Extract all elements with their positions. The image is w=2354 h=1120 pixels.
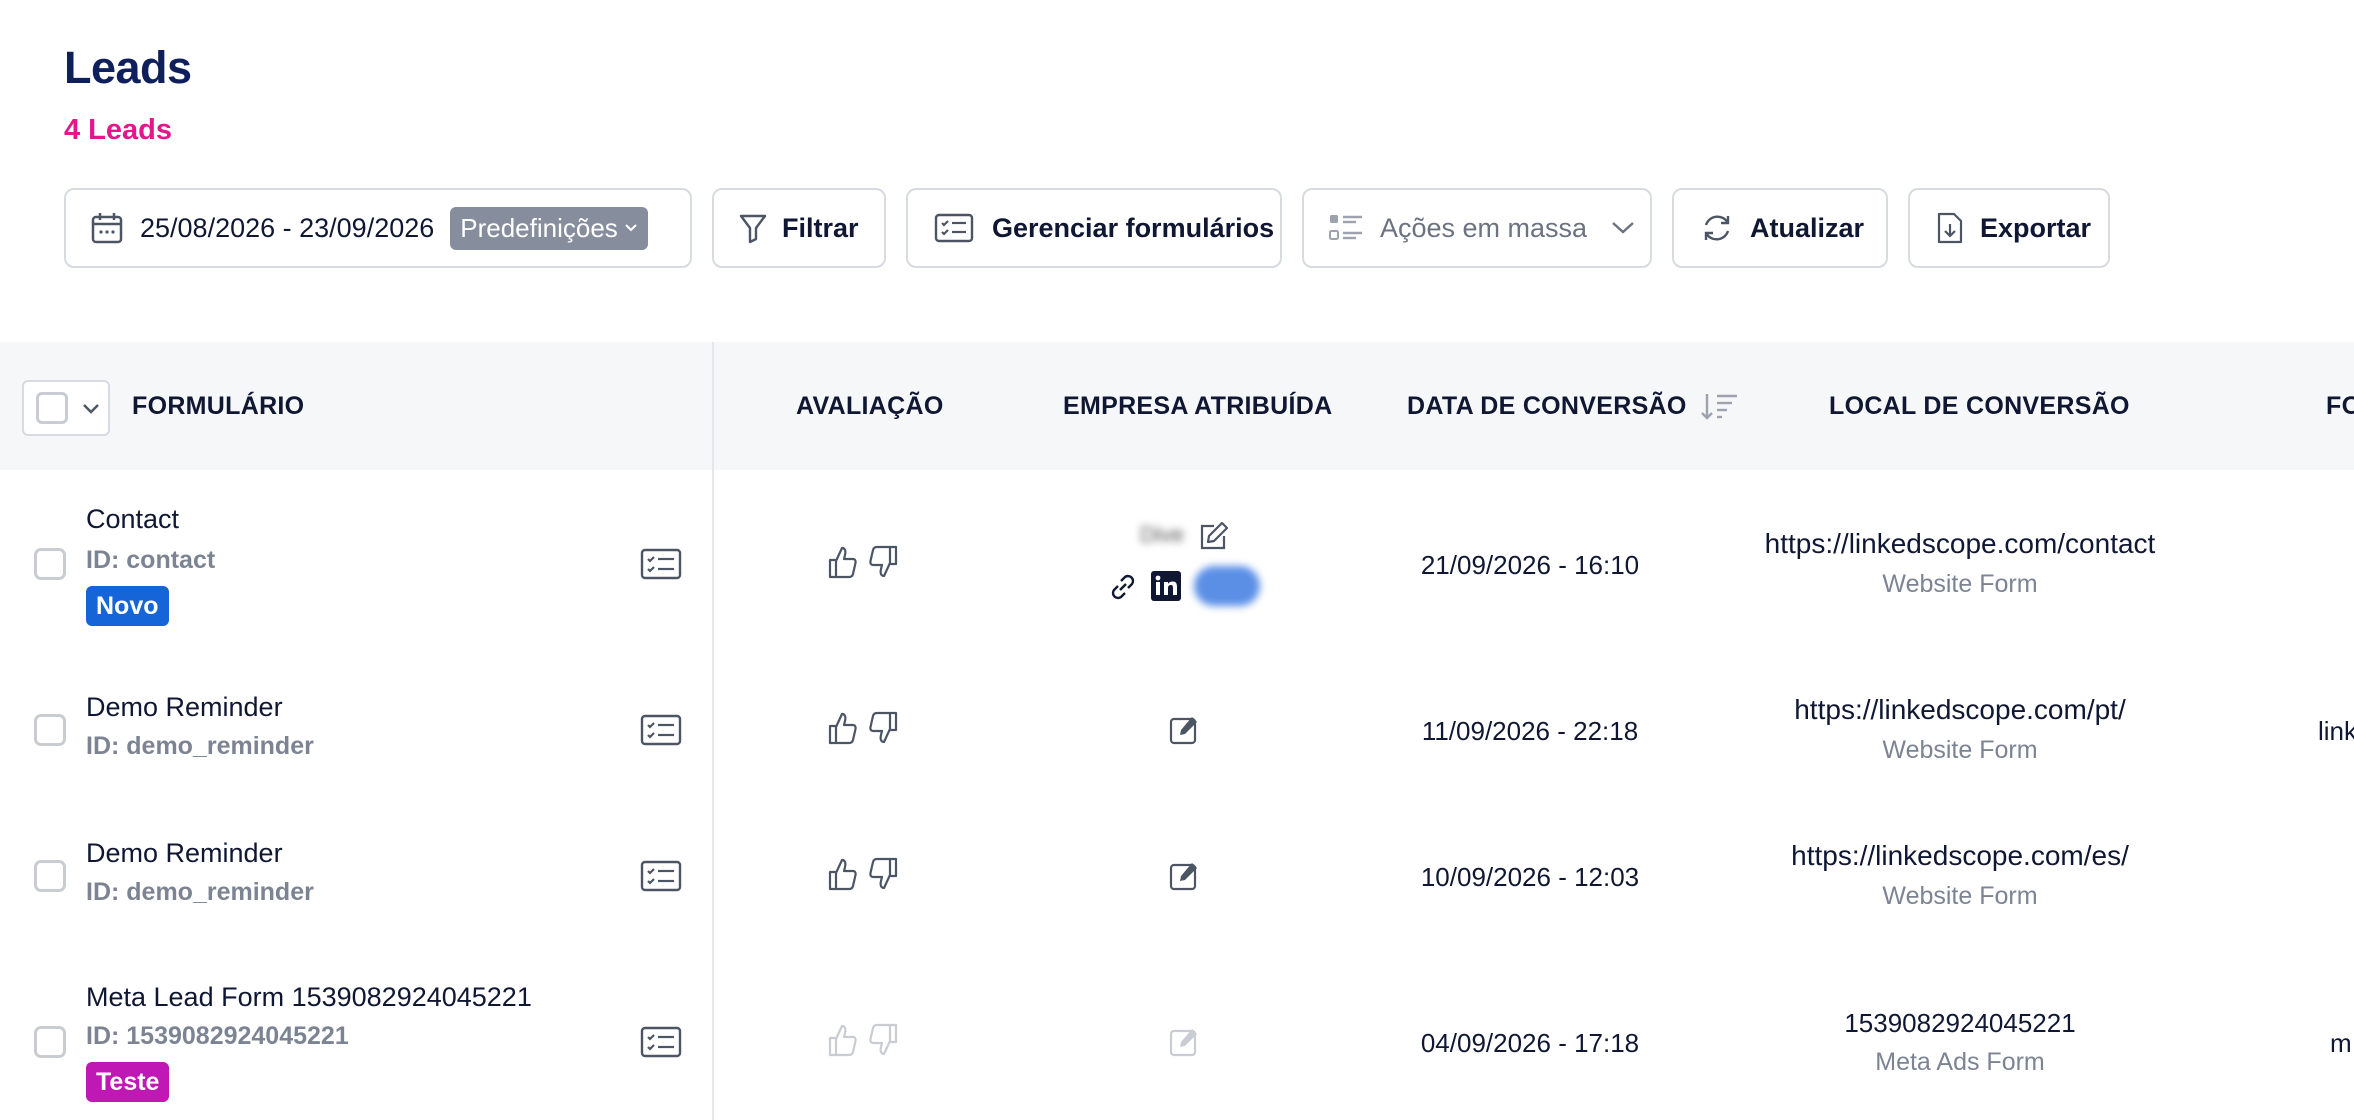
edit-icon[interactable] [1168,714,1200,746]
company-name: Dive [1140,522,1185,547]
thumbs-down-icon[interactable] [868,544,900,580]
linkedin-icon[interactable] [1150,570,1182,602]
page-title: Leads [64,42,192,93]
table-row[interactable]: Demo Reminder ID: demo_reminder 11/09/20… [0,658,2354,806]
filter-icon [738,212,768,244]
column-header-conversion-location[interactable]: LOCAL DE CONVERSÃO [1829,342,2130,470]
select-all-checkbox[interactable] [36,392,68,424]
form-name: Demo Reminder [86,838,283,868]
link-icon[interactable] [1106,570,1140,604]
filter-button[interactable]: Filtrar [712,188,886,268]
export-button[interactable]: Exportar [1908,188,2110,268]
conversion-url[interactable]: https://linkedscope.com/es/ [1660,840,2260,872]
next-column-value: m [2330,1028,2352,1058]
conversion-url[interactable]: https://linkedscope.com/contact [1660,528,2260,560]
form-details-icon[interactable] [640,548,682,580]
frozen-column-divider [712,342,714,1120]
column-header-company[interactable]: EMPRESA ATRIBUÍDA [1063,342,1332,470]
refresh-button[interactable]: Atualizar [1672,188,1888,268]
thumbs-down-icon[interactable] [868,856,900,892]
row-checkbox[interactable] [34,860,66,892]
thumbs-up-icon[interactable] [826,544,858,580]
conversion-date: 04/09/2026 - 17:18 [1420,1028,1640,1058]
form-details-icon[interactable] [640,1026,682,1058]
export-label: Exportar [1980,212,2092,243]
form-id: ID: demo_reminder [86,732,314,760]
status-badge: Novo [86,586,169,626]
column-header-conversion-date[interactable]: DATA DE CONVERSÃO [1407,342,1739,470]
calendar-icon [90,211,124,245]
presets-label: Predefinições [460,212,618,243]
conversion-date: 11/09/2026 - 22:18 [1421,716,1639,746]
conversion-date: 10/09/2026 - 12:03 [1420,862,1640,892]
next-column-value: link [2318,716,2354,746]
conversion-source: Meta Ads Form [1875,1048,2045,1076]
leads-count: 4 Leads [64,114,172,146]
conversion-url[interactable]: https://linkedscope.com/pt/ [1660,694,2260,726]
date-range-picker[interactable]: 25/08/2026 - 23/09/2026 Predefinições [64,188,692,268]
edit-icon[interactable] [1168,860,1200,892]
date-range-text: 25/08/2026 - 23/09/2026 [140,212,435,243]
select-all-dropdown[interactable] [22,380,110,436]
filter-label: Filtrar [782,212,859,243]
thumbs-down-icon[interactable] [868,710,900,746]
conversion-id: 1539082924045221 [1844,1008,2076,1038]
form-list-icon [934,213,974,243]
conversion-source: Website Form [1882,736,2038,764]
form-details-icon[interactable] [640,714,682,746]
sort-descending-icon[interactable] [1699,390,1739,422]
column-header-form[interactable]: FORMULÁRIO [132,342,304,470]
form-name: Contact [86,504,180,534]
chevron-down-icon [625,224,637,232]
chevron-down-icon [83,404,99,414]
thumbs-down-icon [869,1023,898,1056]
form-id: ID: 1539082924045221 [86,1022,349,1050]
refresh-icon [1700,211,1734,245]
chevron-down-icon [1612,222,1634,234]
thumbs-up-icon[interactable] [826,856,858,892]
manage-forms-button[interactable]: Gerenciar formulários [906,188,1282,268]
row-checkbox[interactable] [34,714,66,746]
table-row[interactable]: Meta Lead Form 1539082924045221 ID: 1539… [0,950,2354,1120]
table-header: FORMULÁRIO AVALIAÇÃO EMPRESA ATRIBUÍDA D… [0,342,2354,470]
form-id: ID: demo_reminder [86,878,314,906]
form-id: ID: contact [86,546,216,574]
refresh-label: Atualizar [1750,212,1865,243]
bulk-actions-dropdown[interactable]: Ações em massa [1302,188,1652,268]
form-details-icon[interactable] [640,860,682,892]
edit-icon[interactable] [1198,520,1230,552]
conversion-date: 21/09/2026 - 16:10 [1420,550,1640,580]
conversion-source: Website Form [1882,882,2038,910]
bulk-actions-label: Ações em massa [1380,212,1588,243]
company-logo [1194,566,1260,606]
presets-dropdown[interactable]: Predefinições [450,206,648,250]
table-row[interactable]: Demo Reminder ID: demo_reminder 10/09/20… [0,804,2354,952]
thumbs-up-icon [828,1024,857,1057]
edit-icon [1169,1029,1197,1057]
column-header-rating[interactable]: AVALIAÇÃO [796,342,944,470]
conversion-source: Website Form [1882,570,2038,598]
form-name: Demo Reminder [86,692,283,722]
checklist-icon [1328,212,1364,244]
form-name: Meta Lead Form 1539082924045221 [86,982,532,1012]
row-checkbox[interactable] [34,1026,66,1058]
row-checkbox[interactable] [34,548,66,580]
status-badge: Teste [86,1062,170,1102]
manage-forms-label: Gerenciar formulários [992,212,1275,243]
conversion-date-label: DATA DE CONVERSÃO [1407,391,1687,420]
thumbs-up-icon[interactable] [826,710,858,746]
download-file-icon [1936,211,1964,245]
table-row[interactable]: Contact ID: contact Novo Dive 21/09/2026… [0,470,2354,660]
column-header-next[interactable]: FO [2326,342,2354,470]
